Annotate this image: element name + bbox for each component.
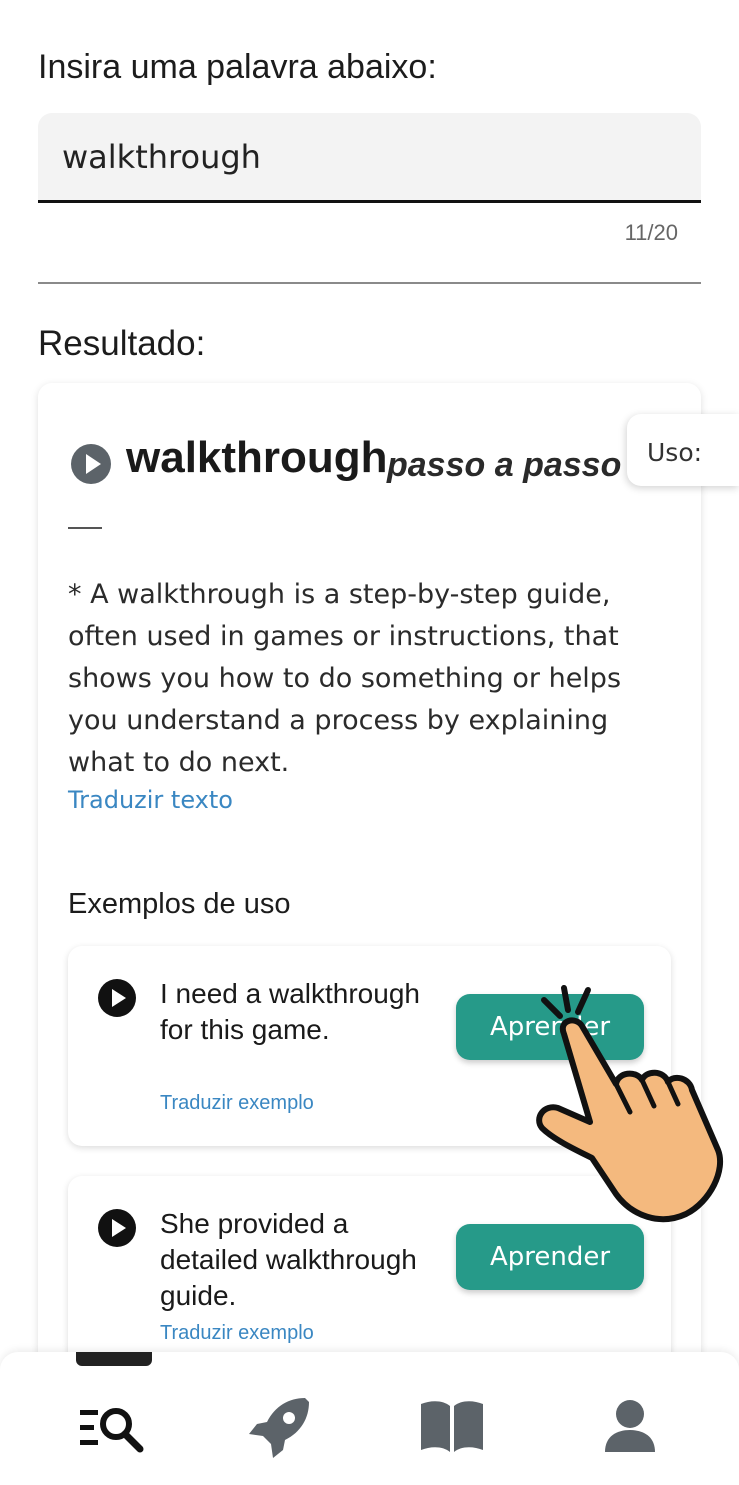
- character-counter: 11/20: [624, 220, 678, 245]
- play-example-icon[interactable]: [98, 1209, 136, 1247]
- learn-button[interactable]: Aprender: [456, 994, 644, 1060]
- search-list-icon: [80, 1408, 144, 1453]
- word-definition: * A walkthrough is a step-by-step guide,…: [68, 579, 622, 778]
- result-heading: Resultado:: [38, 324, 206, 363]
- nav-dictionary-search[interactable]: [76, 1392, 146, 1462]
- translate-text-link[interactable]: Traduzir texto: [68, 786, 233, 814]
- active-tab-indicator: [76, 1352, 152, 1366]
- nav-library[interactable]: [417, 1392, 487, 1462]
- nav-practice[interactable]: [245, 1392, 315, 1462]
- rocket-icon: [249, 1398, 309, 1458]
- example-card: I need a walkthrough for this game. Trad…: [68, 946, 671, 1146]
- translate-example-link[interactable]: Traduzir exemplo: [160, 1322, 314, 1345]
- separator-dash: [68, 527, 102, 529]
- word-input-field[interactable]: [38, 113, 701, 203]
- divider: [38, 282, 701, 284]
- example-text: I need a walkthrough for this game.: [160, 978, 420, 1045]
- usage-tab[interactable]: Uso:: [627, 414, 739, 486]
- nav-profile[interactable]: [595, 1392, 665, 1462]
- examples-heading: Exemplos de uso: [68, 888, 291, 920]
- word-input[interactable]: [38, 113, 701, 200]
- example-card: She provided a detailed walkthrough guid…: [68, 1176, 671, 1376]
- user-icon: [605, 1400, 655, 1452]
- translate-example-link[interactable]: Traduzir exemplo: [160, 1092, 314, 1115]
- input-prompt-label: Insira uma palavra abaixo:: [38, 48, 437, 86]
- result-word: walkthrough: [126, 433, 388, 482]
- learn-button[interactable]: Aprender: [456, 1224, 644, 1290]
- book-icon: [421, 1401, 483, 1452]
- play-word-audio-icon[interactable]: [71, 444, 111, 484]
- play-example-icon[interactable]: [98, 979, 136, 1017]
- example-text: She provided a detailed walkthrough guid…: [160, 1208, 417, 1311]
- word-translation: passo a passo: [387, 446, 622, 484]
- usage-tab-label: Uso:: [647, 438, 703, 467]
